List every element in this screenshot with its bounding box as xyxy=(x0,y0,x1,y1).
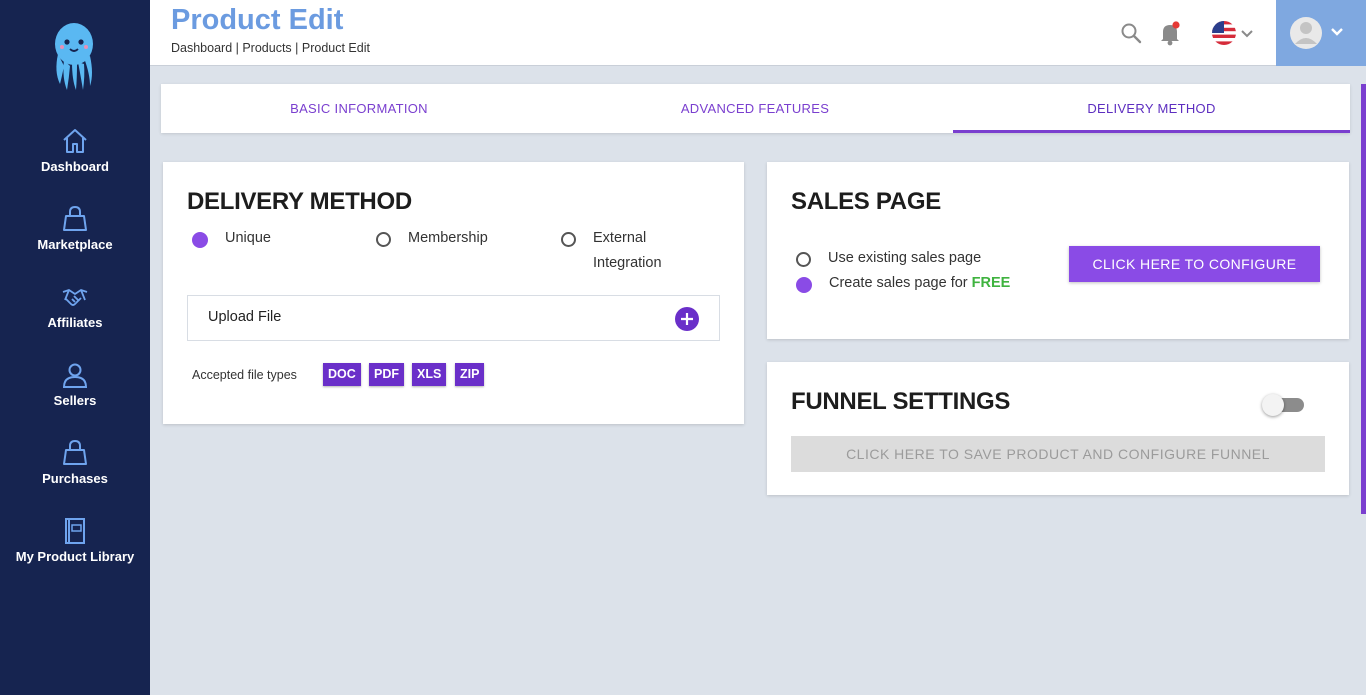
radio-unchecked-icon xyxy=(561,232,576,247)
radio-unique[interactable]: Unique xyxy=(192,230,271,251)
radio-unchecked-icon xyxy=(376,232,391,247)
search-icon[interactable] xyxy=(1120,22,1142,44)
users-icon xyxy=(62,363,88,388)
file-type-badge-zip: ZIP xyxy=(455,363,485,386)
sales-page-card: SALES PAGE Use existing sales page Creat… xyxy=(767,162,1349,339)
octopus-logo-icon[interactable] xyxy=(50,20,98,92)
radio-checked-icon xyxy=(192,232,208,248)
delivery-method-card: DELIVERY METHOD Unique Membership Extern… xyxy=(163,162,744,424)
user-menu[interactable] xyxy=(1276,0,1366,66)
create-sales-page-text: Create sales page for xyxy=(829,275,968,291)
breadcrumb: Dashboard | Products | Product Edit xyxy=(171,41,370,55)
funnel-settings-title: FUNNEL SETTINGS xyxy=(791,388,1011,415)
sidebar-item-dashboard[interactable]: Dashboard xyxy=(0,126,150,174)
upload-file-row[interactable]: Upload File xyxy=(187,295,720,341)
sidebar-item-affiliates[interactable]: Affiliates xyxy=(0,282,150,330)
delivery-method-title: DELIVERY METHOD xyxy=(187,188,412,215)
upload-file-label: Upload File xyxy=(208,309,282,325)
top-header: Product Edit Dashboard | Products | Prod… xyxy=(150,0,1366,66)
sidebar-item-marketplace[interactable]: Marketplace xyxy=(0,204,150,252)
sidebar-item-purchases[interactable]: Purchases xyxy=(0,438,150,486)
handshake-icon xyxy=(62,289,88,306)
sidebar-item-label: Purchases xyxy=(42,471,108,486)
book-icon xyxy=(65,518,85,544)
radio-unchecked-icon xyxy=(796,252,811,267)
radio-label: Create sales page for FREE xyxy=(829,271,1010,296)
tab-basic-information[interactable]: BASIC INFORMATION xyxy=(161,84,557,133)
radio-membership[interactable]: Membership xyxy=(376,230,488,251)
save-and-configure-funnel-button[interactable]: CLICK HERE TO SAVE PRODUCT AND CONFIGURE… xyxy=(791,436,1325,472)
funnel-settings-card: FUNNEL SETTINGS CLICK HERE TO SAVE PRODU… xyxy=(767,362,1349,495)
file-type-badge-doc: DOC xyxy=(323,363,361,386)
radio-use-existing-sales-page[interactable]: Use existing sales page xyxy=(796,250,981,271)
file-type-badge-pdf: PDF xyxy=(369,363,404,386)
sidebar-item-sellers[interactable]: Sellers xyxy=(0,360,150,408)
toggle-thumb xyxy=(1262,394,1284,416)
tab-delivery-method[interactable]: DELIVERY METHOD xyxy=(953,84,1350,133)
shopping-bag-icon xyxy=(63,205,87,231)
scrollbar[interactable] xyxy=(1361,84,1366,514)
sidebar-item-label: Marketplace xyxy=(37,237,113,252)
file-type-badge-xls: XLS xyxy=(412,363,447,386)
home-icon xyxy=(63,129,87,153)
radio-label: Unique xyxy=(225,230,271,246)
sidebar-item-label: Dashboard xyxy=(41,159,109,174)
sidebar-item-my-product-library[interactable]: My Product Library xyxy=(0,516,150,564)
shopping-bag-icon xyxy=(63,439,87,465)
language-selector[interactable] xyxy=(1210,20,1262,46)
tab-advanced-features[interactable]: ADVANCED FEATURES xyxy=(557,84,953,133)
radio-checked-icon xyxy=(796,277,812,293)
funnel-toggle[interactable] xyxy=(1262,393,1308,417)
configure-sales-page-button[interactable]: CLICK HERE TO CONFIGURE xyxy=(1069,246,1320,282)
sidebar-item-label: My Product Library xyxy=(15,549,135,564)
radio-label: External Integration xyxy=(593,230,662,271)
accepted-file-types-label: Accepted file types xyxy=(192,368,297,382)
radio-external-integration[interactable]: External Integration xyxy=(561,230,681,276)
sidebar: Dashboard Marketplace Affiliates Sellers… xyxy=(0,0,150,695)
radio-label: Membership xyxy=(408,230,488,246)
radio-create-sales-page[interactable]: Create sales page for FREE xyxy=(796,275,1010,296)
sidebar-item-label: Affiliates xyxy=(47,315,103,330)
free-label: FREE xyxy=(971,275,1011,291)
add-file-plus-icon[interactable] xyxy=(675,307,699,331)
sidebar-item-label: Sellers xyxy=(53,393,97,408)
product-edit-tabs: BASIC INFORMATION ADVANCED FEATURES DELI… xyxy=(161,84,1350,133)
sales-page-title: SALES PAGE xyxy=(791,188,941,215)
page-title: Product Edit xyxy=(171,4,344,36)
radio-label: Use existing sales page xyxy=(828,250,982,266)
notification-bell-icon[interactable] xyxy=(1159,20,1181,46)
